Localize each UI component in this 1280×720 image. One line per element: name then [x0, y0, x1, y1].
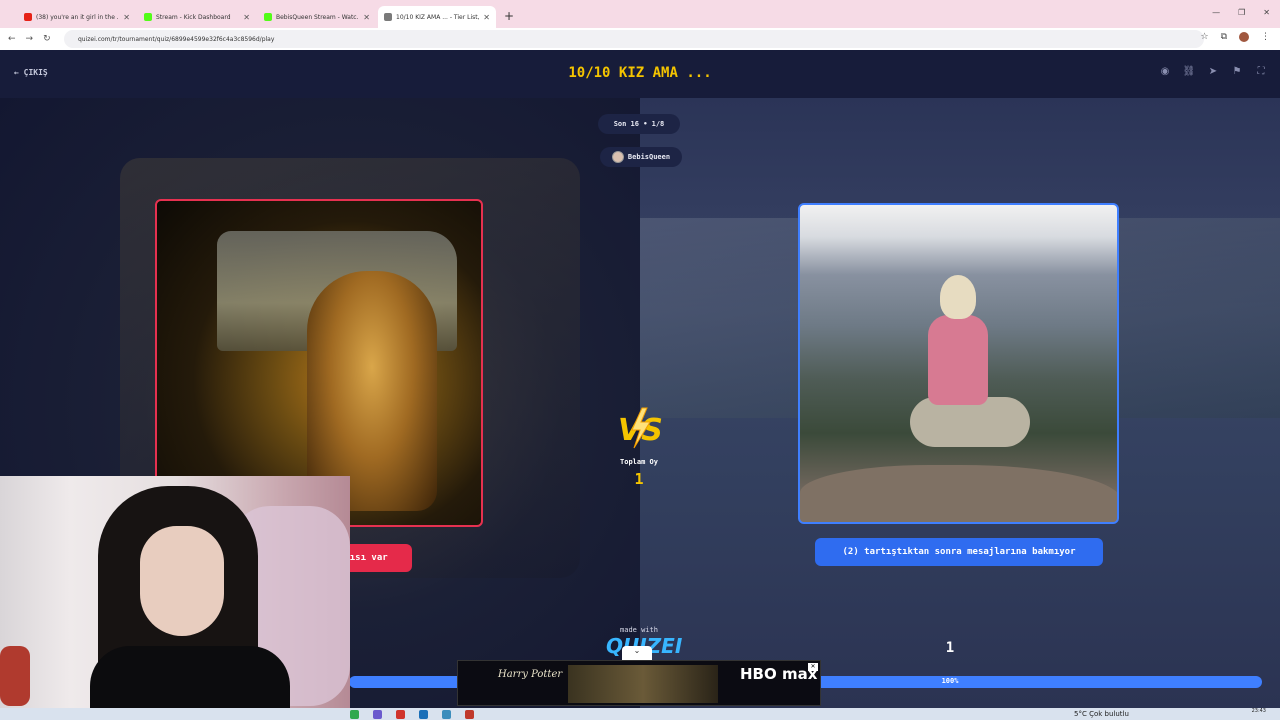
- bookmark-star-icon[interactable]: ☆: [1200, 32, 1208, 42]
- user-avatar: [611, 151, 624, 163]
- tab-title: Stream - Kick Dashboard: [156, 13, 231, 21]
- close-window-icon[interactable]: ✕: [1263, 8, 1270, 17]
- browser-tab[interactable]: BebisQueen Stream - Watc... ✕: [258, 6, 376, 28]
- minimize-icon[interactable]: —: [1212, 8, 1220, 17]
- fullscreen-icon[interactable]: ⛶: [1254, 66, 1268, 80]
- browser-tab-active[interactable]: 10/10 KIZ AMA ... - Tier List, Ki... ✕: [378, 6, 496, 28]
- browser-tab[interactable]: Stream - Kick Dashboard ✕: [138, 6, 256, 28]
- menu-kebab-icon[interactable]: ⋮: [1261, 32, 1270, 42]
- ad-left-text: Harry Potter: [498, 669, 563, 680]
- extensions-icon[interactable]: ⧉: [1221, 32, 1227, 42]
- flag-icon[interactable]: ⚑: [1230, 66, 1244, 80]
- close-tab-icon[interactable]: ✕: [483, 13, 490, 22]
- profile-avatar[interactable]: [1239, 32, 1249, 42]
- app-icon[interactable]: [373, 710, 382, 719]
- ad-image: [568, 665, 718, 703]
- eye-icon[interactable]: ◉: [1158, 66, 1172, 80]
- taskbar-apps: [350, 710, 474, 719]
- site-icon: [384, 13, 392, 21]
- taskbar-clock[interactable]: 23:43: [1252, 709, 1266, 714]
- share-send-icon[interactable]: ➤: [1206, 66, 1220, 80]
- taskbar-weather[interactable]: 5°C Çok bulutlu: [1074, 710, 1129, 718]
- ad-collapse-chevron-icon[interactable]: ⌄: [622, 646, 652, 660]
- right-choice-button[interactable]: (2) tartıştıktan sonra mesajlarına bakmı…: [815, 538, 1103, 566]
- quiz-topbar: ← ÇIKIŞ 10/10 KIZ AMA ... ◉ ⛓ ➤ ⚑ ⛶: [0, 50, 1280, 98]
- photo-subject: [910, 275, 1030, 475]
- right-vote-count: 1: [945, 640, 955, 656]
- ad-close-icon[interactable]: ✕: [808, 663, 818, 671]
- webcam-person-face: [140, 526, 224, 636]
- round-indicator: Son 16 • 1/8: [598, 114, 680, 134]
- address-actions: ☆ ⧉ ⋮: [1200, 32, 1270, 42]
- total-votes-label: Toplam Oy: [620, 458, 658, 466]
- close-tab-icon[interactable]: ✕: [123, 13, 130, 22]
- reload-icon[interactable]: ↻: [43, 34, 51, 44]
- browser-tab[interactable]: (38) you're an it girl in the ... ✕: [18, 6, 136, 28]
- round-label: Son 16 • 1/8: [613, 120, 665, 128]
- quiz-title: 10/10 KIZ AMA ...: [568, 65, 712, 81]
- tab-title: 10/10 KIZ AMA ... - Tier List, Ki...: [396, 13, 480, 21]
- made-with-label: made with: [620, 626, 658, 634]
- right-choice-caption: (2) tartıştıktan sonra mesajlarına bakmı…: [842, 547, 1076, 557]
- maximize-icon[interactable]: ❐: [1238, 8, 1245, 17]
- vs-lightning-icon: VS: [618, 407, 663, 449]
- ad-banner[interactable]: Harry Potter HBO max ✕: [457, 660, 821, 706]
- new-tab-icon[interactable]: +: [504, 9, 514, 23]
- topbar-actions: ◉ ⛓ ➤ ⚑ ⛶: [1158, 66, 1268, 80]
- right-choice-image[interactable]: [798, 203, 1119, 524]
- app-icon[interactable]: [396, 710, 405, 719]
- kick-icon: [264, 13, 272, 21]
- url-field[interactable]: quizei.com/tr/tournament/quiz/6899e4599e…: [64, 30, 1204, 48]
- forward-icon[interactable]: →: [26, 34, 34, 44]
- youtube-icon: [24, 13, 32, 21]
- window-controls: — ❐ ✕: [1212, 8, 1270, 17]
- app-icon[interactable]: [442, 710, 451, 719]
- user-name: BebisQueen: [627, 153, 671, 161]
- app-icon[interactable]: [350, 710, 359, 719]
- close-tab-icon[interactable]: ✕: [243, 13, 250, 22]
- kick-icon: [144, 13, 152, 21]
- webcam-person-shirt: [90, 646, 290, 708]
- os-taskbar: 5°C Çok bulutlu 23:43: [0, 708, 1280, 720]
- ad-right-text: HBO max: [740, 665, 818, 683]
- vote-progress-label: 100%: [941, 677, 959, 685]
- url-text: quizei.com/tr/tournament/quiz/6899e4599e…: [78, 35, 275, 43]
- left-choice-caption: tısı var: [344, 553, 388, 563]
- photo-subject: [307, 271, 437, 511]
- back-icon[interactable]: ←: [8, 34, 16, 44]
- webcam-overlay: [0, 476, 350, 708]
- app-icon[interactable]: [419, 710, 428, 719]
- link-icon[interactable]: ⛓: [1182, 66, 1196, 80]
- address-bar: ← → ↻ quizei.com/tr/tournament/quiz/6899…: [0, 28, 1280, 50]
- total-votes-value: 1: [634, 470, 644, 488]
- tab-title: (38) you're an it girl in the ...: [36, 13, 120, 21]
- close-tab-icon[interactable]: ✕: [363, 13, 370, 22]
- user-badge: BebisQueen: [600, 147, 682, 167]
- webcam-lamp: [0, 646, 30, 706]
- browser-tab-strip: (38) you're an it girl in the ... ✕ Stre…: [0, 0, 1280, 28]
- tab-title: BebisQueen Stream - Watc...: [276, 13, 360, 21]
- app-icon[interactable]: [465, 710, 474, 719]
